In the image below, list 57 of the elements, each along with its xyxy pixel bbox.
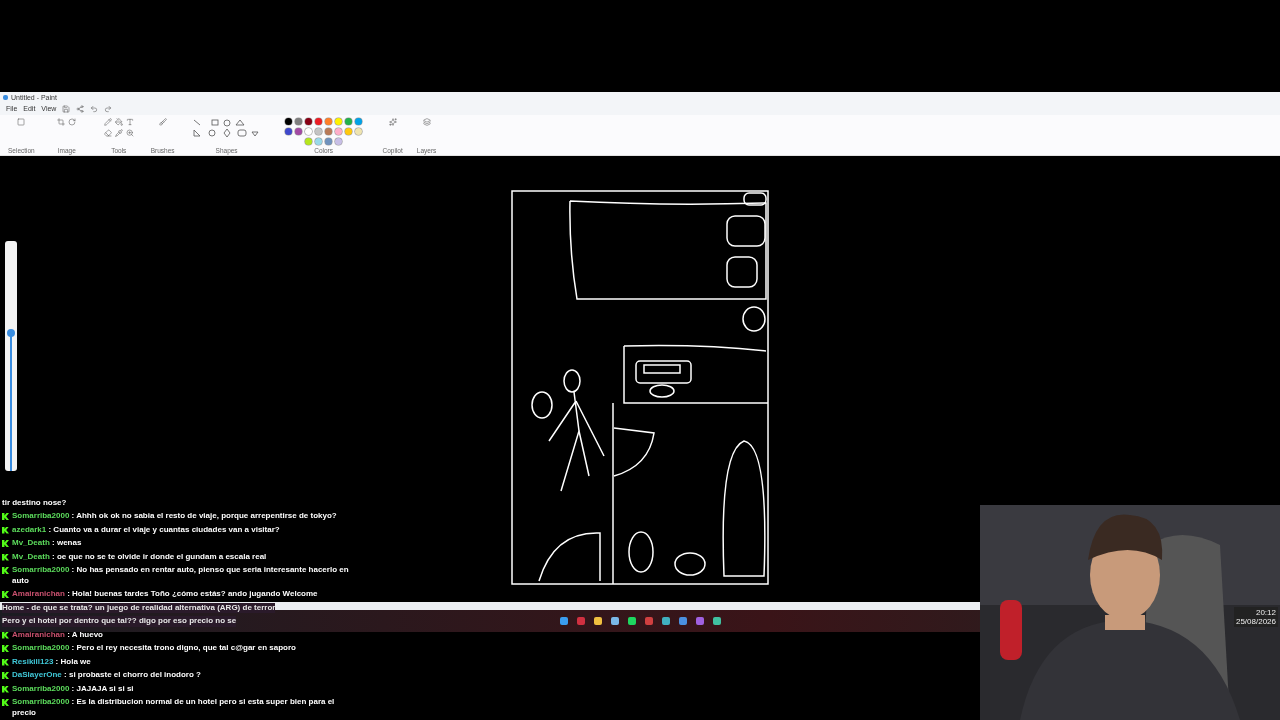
color-swatch[interactable] <box>305 138 313 145</box>
rotate-icon[interactable] <box>68 118 77 126</box>
clock-date: 25/08/2026 <box>1235 617 1276 626</box>
color-swatch[interactable] <box>315 138 323 145</box>
color-swatch[interactable] <box>305 118 313 125</box>
color-swatch[interactable] <box>325 128 333 135</box>
chat-message: Somarriba2000 : JAJAJA si si si <box>12 683 134 694</box>
color-picker-icon[interactable] <box>114 129 123 137</box>
color-swatch[interactable] <box>345 128 353 135</box>
selection-icon[interactable] <box>17 118 26 126</box>
zoom-slider[interactable] <box>5 241 17 471</box>
chat-message: Resikill123 : Hola we <box>12 656 91 667</box>
pencil-icon[interactable] <box>103 118 112 126</box>
chat-message: Amairanichan : Hola! buenas tardes Toño ¿cómo estás? ando jugando Welcome <box>12 589 318 600</box>
color-swatch[interactable] <box>315 128 323 135</box>
chat-message: Somarriba2000 : Ahhh ok ok no sabia el resto de viaje, porque arrepentirse de tokyo? <box>12 511 337 522</box>
color-swatch[interactable] <box>335 128 343 135</box>
badge-icon <box>2 591 9 598</box>
save-icon[interactable] <box>62 104 71 113</box>
eraser-icon[interactable] <box>103 129 112 137</box>
color-swatch[interactable] <box>325 118 333 125</box>
crop-icon[interactable] <box>57 118 66 126</box>
brush-icon[interactable] <box>158 118 167 126</box>
color-swatch[interactable] <box>285 118 293 125</box>
color-swatch[interactable] <box>295 118 303 125</box>
color-swatch[interactable] <box>345 118 353 125</box>
color-swatch[interactable] <box>285 128 293 135</box>
chat-message: Somarriba2000 : Pero el rey necesita trono digno, que tal c@gar en saporo <box>12 643 296 654</box>
chat-message: DaSlayerOne : si probaste el chorro del inodoro ? <box>12 670 201 681</box>
chat-message: Pero y el hotel por dentro que tal?? digo por eso precio no se <box>2 616 237 627</box>
zoom-icon[interactable] <box>125 129 134 137</box>
share-icon[interactable] <box>76 104 85 113</box>
chat-message: Mv_Death : oe que no se te olvide ir donde el gundam a escala real <box>12 551 267 562</box>
color-swatch[interactable] <box>325 138 333 145</box>
color-swatch[interactable] <box>355 118 363 125</box>
text-icon[interactable] <box>125 118 134 126</box>
shapes-icon[interactable] <box>191 118 262 140</box>
chat-message: Amairanichan : A huevo <box>12 629 103 640</box>
color-swatch[interactable] <box>335 118 343 125</box>
layers-icon[interactable] <box>422 118 431 126</box>
color-swatch[interactable] <box>295 128 303 135</box>
clock-time: 20:12 <box>1255 608 1276 617</box>
copilot-icon[interactable] <box>388 118 397 126</box>
chat-message: tir destino nose? <box>2 497 67 508</box>
color-swatch[interactable] <box>355 128 363 135</box>
chat-message: Somarriba2000 : Es la distribucion normal de un hotel pero si esta super bien para el precio <box>12 697 336 718</box>
redo-icon[interactable] <box>104 104 113 113</box>
slider-thumb[interactable] <box>7 329 15 337</box>
chat-message: Mv_Death : wenas <box>12 538 82 549</box>
app-icon <box>3 94 8 100</box>
fill-icon[interactable] <box>114 118 123 126</box>
color-swatch[interactable] <box>315 118 323 125</box>
chat-message: Somarriba2000 : No has pensado en rentar auto, pienso que seria interesante hacerlo en auto <box>12 565 350 586</box>
chat-message: azedark1 : Cuanto va a durar el viaje y cuantas ciudades van a visitar? <box>12 524 280 535</box>
color-swatch[interactable] <box>305 128 313 135</box>
undo-icon[interactable] <box>90 104 99 113</box>
color-swatch[interactable] <box>335 138 343 145</box>
